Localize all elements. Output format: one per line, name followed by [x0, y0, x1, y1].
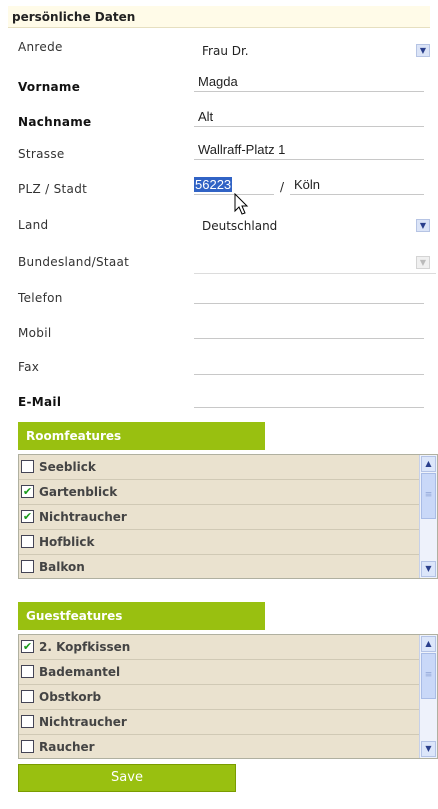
checkbox[interactable]: ✔ — [21, 485, 34, 498]
list-item-label: Bademantel — [39, 665, 121, 679]
checkmark-icon: ✔ — [22, 485, 33, 498]
list-item-label: Balkon — [39, 560, 85, 574]
scrollbar-thumb[interactable]: ≡ — [421, 473, 436, 519]
label-plz-stadt: PLZ / Stadt — [18, 182, 88, 196]
roomfeatures-header: Roomfeatures — [18, 422, 265, 450]
checkbox[interactable] — [21, 460, 34, 473]
chevron-down-icon[interactable]: ▼ — [416, 256, 430, 269]
label-email: E-Mail — [18, 395, 62, 409]
list-item[interactable]: Obstkorb — [19, 685, 419, 710]
bundesland-select[interactable]: ▼ — [194, 252, 436, 274]
plz-field[interactable]: 56223 — [194, 175, 274, 195]
scroll-down-icon[interactable]: ▼ — [421, 741, 436, 757]
scrollbar[interactable]: ▲ ≡ ▼ — [419, 635, 437, 758]
list-item-label: Obstkorb — [39, 690, 102, 704]
chevron-down-icon[interactable]: ▼ — [416, 44, 430, 57]
list-item[interactable]: ✔ Gartenblick — [19, 480, 419, 505]
label-telefon: Telefon — [18, 291, 63, 305]
telefon-field[interactable] — [194, 284, 424, 304]
scroll-up-icon[interactable]: ▲ — [421, 636, 436, 652]
chevron-down-icon[interactable]: ▼ — [416, 219, 430, 232]
label-land: Land — [18, 218, 49, 232]
scroll-down-icon[interactable]: ▼ — [421, 561, 436, 577]
checkbox[interactable]: ✔ — [21, 640, 34, 653]
plz-stadt-separator: / — [280, 180, 285, 194]
checkbox[interactable] — [21, 690, 34, 703]
list-item[interactable]: Bademantel — [19, 660, 419, 685]
list-item[interactable]: Raucher — [19, 735, 419, 758]
mobil-field[interactable] — [194, 319, 424, 339]
label-strasse: Strasse — [18, 147, 65, 161]
mouse-pointer-icon — [234, 193, 249, 215]
fax-field[interactable] — [194, 355, 424, 375]
scroll-up-icon[interactable]: ▲ — [421, 456, 436, 472]
vorname-field[interactable]: Magda — [194, 72, 424, 92]
strasse-field[interactable]: Wallraff-Platz 1 — [194, 140, 424, 160]
list-item-label: Gartenblick — [39, 485, 118, 499]
anrede-value: Frau Dr. — [202, 44, 249, 58]
checkmark-icon: ✔ — [22, 510, 33, 523]
checkbox[interactable] — [21, 560, 34, 573]
anrede-select[interactable]: Frau Dr. ▼ — [194, 40, 436, 62]
checkmark-icon: ✔ — [22, 640, 33, 653]
scrollbar-thumb[interactable]: ≡ — [421, 653, 436, 699]
plz-selected-text: 56223 — [194, 177, 233, 192]
list-item[interactable]: Balkon — [19, 555, 419, 578]
checkbox[interactable] — [21, 665, 34, 678]
save-button[interactable]: Save — [18, 764, 236, 792]
list-item[interactable]: Hofblick — [19, 530, 419, 555]
roomfeatures-list[interactable]: Seeblick ✔ Gartenblick ✔ Nichtraucher Hofb… — [18, 454, 438, 579]
list-item[interactable]: ✔ 2. Kopfkissen — [19, 635, 419, 660]
list-item[interactable]: ✔ Nichtraucher — [19, 505, 419, 530]
list-item-label: Hofblick — [39, 535, 95, 549]
label-vorname: Vorname — [18, 80, 81, 94]
guestfeatures-header: Guestfeatures — [18, 602, 265, 630]
checkbox[interactable]: ✔ — [21, 510, 34, 523]
stadt-field[interactable]: Köln — [290, 175, 424, 195]
label-nachname: Nachname — [18, 115, 92, 129]
list-item-label: Seeblick — [39, 460, 96, 474]
list-item[interactable]: Seeblick — [19, 455, 419, 480]
guestfeatures-list[interactable]: ✔ 2. Kopfkissen Bademantel Obstkorb Nicht… — [18, 634, 438, 759]
checkbox[interactable] — [21, 715, 34, 728]
checkbox[interactable] — [21, 740, 34, 753]
label-bundesland: Bundesland/Staat — [18, 255, 130, 269]
list-item[interactable]: Nichtraucher — [19, 710, 419, 735]
list-item-label: Nichtraucher — [39, 715, 127, 729]
scrollbar[interactable]: ▲ ≡ ▼ — [419, 455, 437, 578]
list-item-label: Raucher — [39, 740, 95, 754]
label-anrede: Anrede — [18, 40, 63, 54]
land-select[interactable]: Deutschland ▼ — [194, 215, 436, 237]
land-value: Deutschland — [202, 219, 278, 233]
checkbox[interactable] — [21, 535, 34, 548]
list-item-label: Nichtraucher — [39, 510, 127, 524]
label-fax: Fax — [18, 360, 40, 374]
list-item-label: 2. Kopfkissen — [39, 640, 131, 654]
nachname-field[interactable]: Alt — [194, 107, 424, 127]
section-header-personal-data: persönliche Daten — [8, 6, 430, 28]
email-field[interactable] — [194, 388, 424, 408]
label-mobil: Mobil — [18, 326, 52, 340]
